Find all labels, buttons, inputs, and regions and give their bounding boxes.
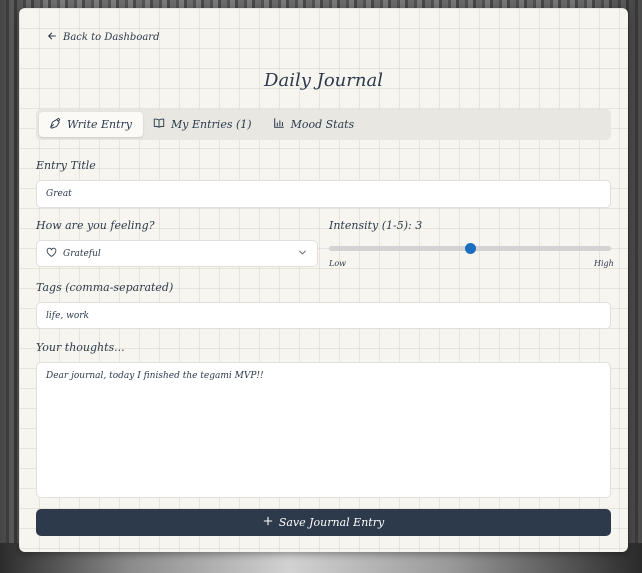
entry-title-label: Entry Title — [36, 159, 96, 172]
tab-write-entry[interactable]: Write Entry — [39, 112, 144, 137]
chevron-down-icon — [297, 247, 308, 261]
tags-label: Tags (comma-separated) — [36, 281, 174, 294]
thoughts-label: Your thoughts... — [36, 341, 125, 354]
tab-bar: Write Entry My Entries (1) Mood Stats — [36, 109, 611, 140]
arrow-left-icon — [47, 31, 57, 44]
bar-chart-icon — [273, 117, 285, 132]
plus-icon — [263, 516, 273, 529]
tab-my-entries[interactable]: My Entries (1) — [143, 112, 263, 137]
back-to-dashboard-link[interactable]: Back to Dashboard — [47, 31, 159, 44]
tab-label: Mood Stats — [290, 118, 355, 131]
intensity-high-label: High — [594, 259, 614, 268]
back-link-label: Back to Dashboard — [63, 32, 160, 43]
intensity-label: Intensity (1-5): 3 — [329, 219, 423, 232]
mood-select[interactable]: Grateful — [36, 240, 318, 267]
mood-label: How are you feeling? — [36, 219, 155, 232]
entry-title-value: Great — [46, 189, 72, 199]
tab-label: Write Entry — [67, 118, 133, 131]
intensity-slider-fill — [329, 246, 470, 251]
page-title: Daily Journal — [264, 70, 383, 91]
save-button-label: Save Journal Entry — [278, 516, 385, 529]
intensity-slider[interactable] — [329, 243, 611, 254]
heart-icon — [46, 247, 57, 261]
entry-title-input[interactable]: Great — [36, 180, 611, 208]
tags-input[interactable]: life, work — [36, 302, 611, 329]
intensity-low-label: Low — [329, 259, 346, 268]
intensity-slider-thumb[interactable] — [465, 243, 476, 254]
book-open-icon — [153, 117, 165, 132]
tab-label: My Entries (1) — [171, 118, 252, 131]
thoughts-textarea[interactable]: Dear journal, today I finished the tegam… — [36, 362, 611, 498]
mood-value: Grateful — [63, 248, 101, 259]
journal-card: Back to Dashboard Daily Journal Write En… — [19, 8, 628, 552]
tags-value: life, work — [46, 310, 90, 321]
tab-mood-stats[interactable]: Mood Stats — [263, 112, 366, 137]
save-journal-entry-button[interactable]: Save Journal Entry — [36, 509, 611, 536]
thoughts-value: Dear journal, today I finished the tegam… — [46, 371, 264, 381]
pen-nib-icon — [49, 117, 61, 132]
